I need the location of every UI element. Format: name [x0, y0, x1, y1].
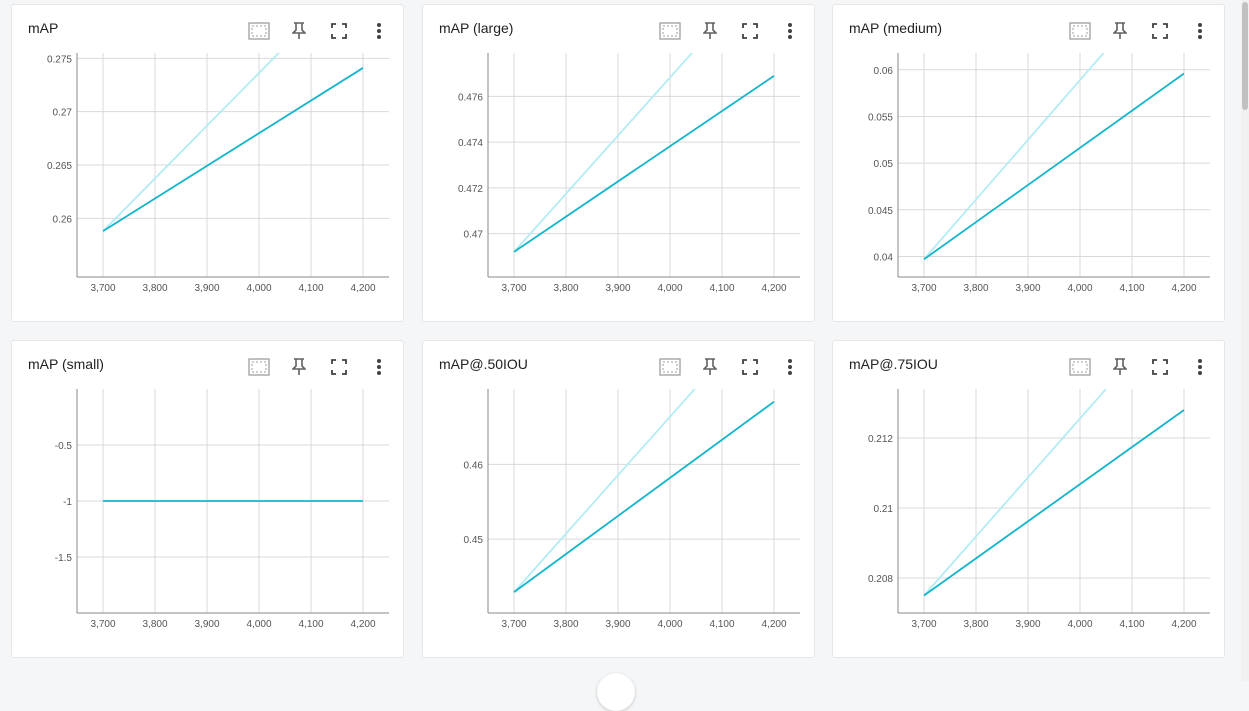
x-tick-label: 3,900	[605, 283, 630, 294]
y-tick-label: 0.275	[47, 54, 72, 65]
x-tick-label: 3,700	[911, 283, 936, 294]
x-tick-label: 4,100	[709, 283, 734, 294]
load-more-button[interactable]	[597, 673, 635, 711]
x-tick-label: 4,200	[761, 619, 786, 630]
line-chart[interactable]: 3,700 3,800 3,900 4,000 4,100 4,200 0.04 0.045 0…	[833, 5, 1226, 323]
y-tick-label: 0.055	[868, 112, 893, 123]
y-tick-label: 0.472	[458, 184, 483, 195]
series-line[interactable]	[102, 67, 364, 232]
x-tick-label: 4,100	[298, 283, 323, 294]
x-tick-label: 3,700	[90, 619, 115, 630]
x-tick-label: 3,700	[90, 283, 115, 294]
y-tick-label: 0.04	[874, 252, 894, 263]
y-tick-label: 0.474	[458, 138, 483, 149]
x-tick-label: 4,200	[761, 283, 786, 294]
x-tick-label: 4,000	[1067, 283, 1092, 294]
x-tick-label: 4,200	[350, 619, 375, 630]
y-tick-label: 0.208	[868, 574, 893, 585]
x-tick-label: 4,100	[298, 619, 323, 630]
x-tick-label: 4,000	[1067, 619, 1092, 630]
x-tick-label: 4,100	[709, 619, 734, 630]
x-tick-label: 4,100	[1119, 619, 1144, 630]
chart-card-map-50iou: mAP@.50IOU 3,700 3,800 3,900 4,000 4,100 4,20…	[422, 340, 815, 658]
x-tick-label: 3,900	[194, 283, 219, 294]
x-tick-label: 4,200	[1171, 283, 1196, 294]
y-tick-label: 0.212	[868, 434, 893, 445]
series-line[interactable]	[513, 48, 696, 253]
line-chart[interactable]: 3,700 3,800 3,900 4,000 4,100 4,200 0.47 0.472 0…	[423, 5, 816, 323]
y-tick-label: 0.265	[47, 161, 72, 172]
x-tick-label: 3,900	[1015, 619, 1040, 630]
y-tick-label: 0.05	[874, 159, 894, 170]
x-tick-label: 3,800	[553, 283, 578, 294]
y-tick-label: 0.06	[874, 66, 894, 77]
y-tick-label: 0.26	[53, 214, 73, 225]
line-chart[interactable]: 3,700 3,800 3,900 4,000 4,100 4,200 -0.5 -1 -1.5	[12, 341, 405, 659]
x-tick-label: 3,900	[605, 619, 630, 630]
y-tick-label: 0.045	[868, 206, 893, 217]
x-tick-label: 3,900	[1015, 283, 1040, 294]
chart-card-map: mAP 3,700 3,800 3,900 4,000 4,100 4,200 0.26 0.…	[11, 4, 404, 322]
x-tick-label: 3,800	[142, 619, 167, 630]
chart-card-map-small: mAP (small) 3,700 3,800 3,900 4,000 4,100 4,2…	[11, 340, 404, 658]
x-tick-label: 4,000	[246, 283, 271, 294]
line-chart[interactable]: 3,700 3,800 3,900 4,000 4,100 4,200 0.208 0.21 0…	[833, 341, 1226, 659]
x-tick-label: 4,200	[350, 283, 375, 294]
y-tick-label: 0.476	[458, 92, 483, 103]
x-tick-label: 3,700	[501, 619, 526, 630]
x-tick-label: 4,100	[1119, 283, 1144, 294]
series-line[interactable]	[513, 400, 775, 593]
line-chart[interactable]: 3,700 3,800 3,900 4,000 4,100 4,200 0.26 0.265 0…	[12, 5, 405, 323]
chart-card-map-75iou: mAP@.75IOU 3,700 3,800 3,900 4,000 4,100 4,20…	[832, 340, 1225, 658]
x-tick-label: 4,000	[657, 283, 682, 294]
page-scrollbar[interactable]	[1241, 0, 1249, 681]
y-tick-label: 0.45	[464, 535, 484, 546]
series-line[interactable]	[102, 47, 285, 232]
series-line[interactable]	[923, 50, 1106, 260]
x-tick-label: 3,900	[194, 619, 219, 630]
y-tick-label: -1.5	[55, 553, 73, 564]
series-line[interactable]	[513, 388, 696, 593]
y-tick-label: 0.21	[874, 504, 894, 515]
x-tick-label: 3,700	[911, 619, 936, 630]
x-tick-label: 4,000	[246, 619, 271, 630]
series-line[interactable]	[923, 72, 1185, 260]
scrollbar-thumb[interactable]	[1242, 2, 1248, 110]
x-tick-label: 3,800	[553, 619, 578, 630]
y-tick-label: 0.27	[53, 108, 73, 119]
x-tick-label: 3,700	[501, 283, 526, 294]
x-tick-label: 3,800	[963, 283, 988, 294]
chart-card-map-large: mAP (large) 3,700 3,800 3,900 4,000 4,100 4,2…	[422, 4, 815, 322]
line-chart[interactable]: 3,700 3,800 3,900 4,000 4,100 4,200 0.45 0.46	[423, 341, 816, 659]
y-tick-label: 0.46	[464, 460, 484, 471]
x-tick-label: 4,000	[657, 619, 682, 630]
series-line[interactable]	[923, 389, 1107, 597]
series-line[interactable]	[513, 75, 775, 253]
y-tick-label: 0.47	[464, 230, 484, 241]
x-tick-label: 3,800	[963, 619, 988, 630]
x-tick-label: 4,200	[1171, 619, 1196, 630]
y-tick-label: -0.5	[55, 441, 73, 452]
x-tick-label: 3,800	[142, 283, 167, 294]
y-tick-label: -1	[63, 497, 72, 508]
chart-card-map-medium: mAP (medium) 3,700 3,800 3,900 4,000 4,100 4,…	[832, 4, 1225, 322]
